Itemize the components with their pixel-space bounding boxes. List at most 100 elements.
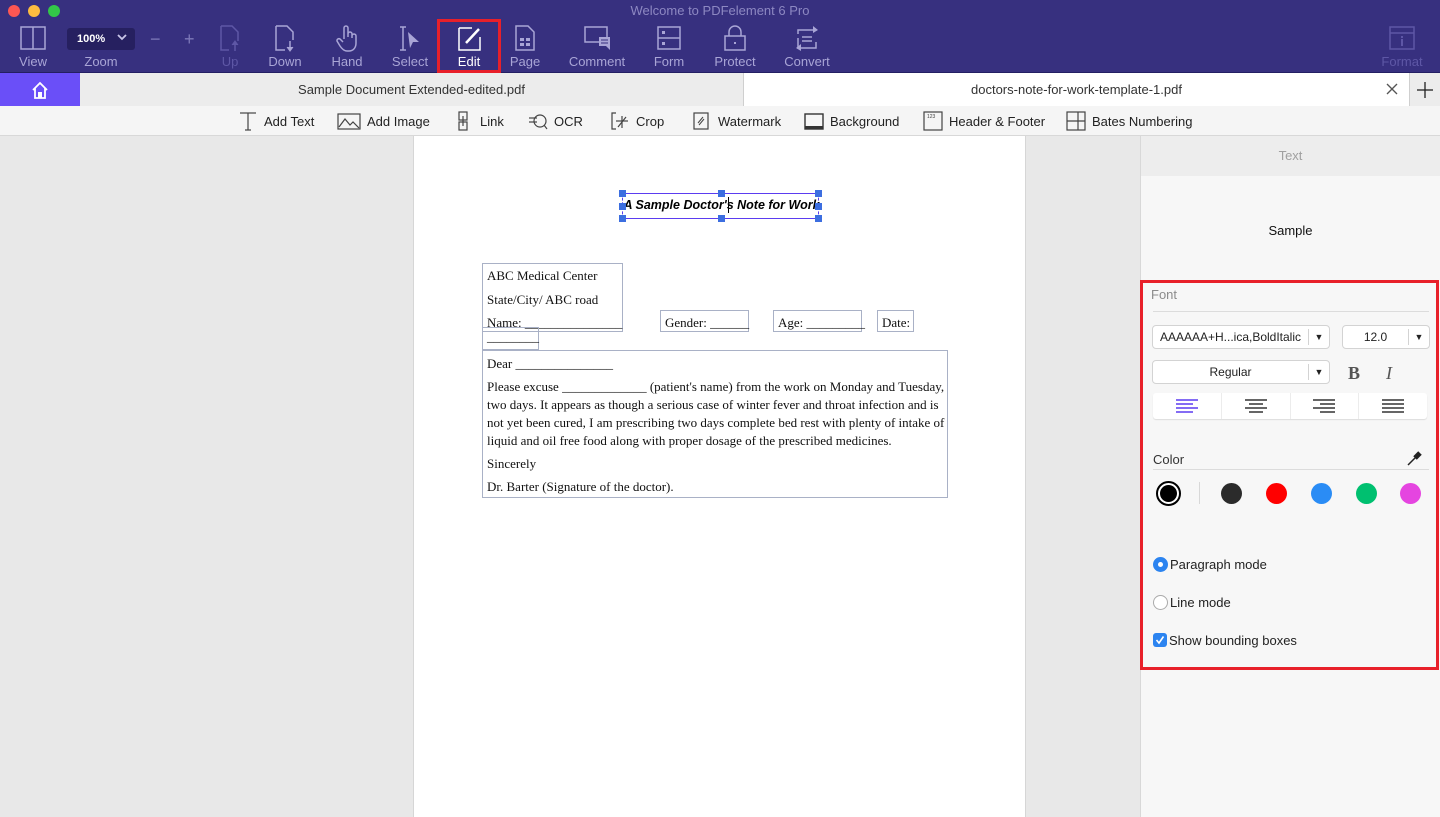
add-text-button[interactable]: Add Text: [238, 111, 314, 131]
format-panel-button[interactable]: Format: [1380, 24, 1424, 70]
text-tool-icon: [240, 112, 256, 131]
font-family-dropdown[interactable]: AAAAAA+H...ica,BoldItalic ▼: [1152, 325, 1330, 349]
header-footer-button[interactable]: 123 Header & Footer: [923, 111, 1045, 131]
resize-handle[interactable]: [718, 215, 725, 222]
ocr-icon: [529, 114, 548, 130]
color-swatch[interactable]: [1266, 483, 1287, 504]
bates-numbering-icon: [1066, 111, 1086, 131]
color-swatch[interactable]: [1221, 483, 1242, 504]
align-left-button[interactable]: [1153, 393, 1222, 419]
page-down-button[interactable]: Down: [266, 24, 304, 70]
close-tab-icon[interactable]: [1385, 82, 1399, 96]
header-footer-icon: 123: [923, 111, 943, 131]
checkmark-icon: [1155, 636, 1165, 645]
link-label: Link: [480, 113, 504, 129]
show-bounding-boxes-checkbox[interactable]: [1153, 633, 1167, 647]
background-button[interactable]: Background: [804, 111, 899, 131]
zoom-in-button[interactable]: +: [184, 29, 195, 50]
bates-numbering-button[interactable]: Bates Numbering: [1066, 111, 1192, 131]
add-text-label: Add Text: [264, 113, 315, 129]
protect-button[interactable]: Protect: [712, 24, 758, 70]
document-title[interactable]: A Sample Doctor's Note for Work: [623, 198, 820, 212]
document-tab-active[interactable]: doctors-note-for-work-template-1.pdf: [744, 73, 1409, 106]
dropdown-arrow-icon: ▼: [1414, 332, 1424, 342]
dropdown-arrow-icon: ▼: [1314, 367, 1324, 377]
page-up-button[interactable]: Up: [214, 24, 246, 70]
date-blank-box[interactable]: ________: [482, 327, 539, 350]
age-text-box[interactable]: Age: _________: [773, 310, 865, 332]
image-icon: [337, 113, 361, 130]
resize-handle[interactable]: [815, 190, 822, 197]
resize-handle[interactable]: [815, 203, 822, 210]
font-size-value: 12.0: [1363, 330, 1388, 344]
hand-tool-button[interactable]: Hand: [328, 24, 366, 70]
body-line: not yet been cured, I am prescribing two…: [487, 415, 945, 430]
color-swatch[interactable]: [1356, 483, 1377, 504]
chevron-down-icon: [117, 34, 127, 41]
view-icon: [20, 26, 46, 50]
link-button[interactable]: Link: [454, 111, 504, 131]
select-tool-button[interactable]: Select: [390, 24, 430, 70]
clinic-name: ABC Medical Center: [487, 268, 598, 283]
comment-button[interactable]: Comment: [566, 24, 628, 70]
document-tab-label: Sample Document Extended-edited.pdf: [298, 82, 525, 97]
home-icon: [32, 81, 48, 99]
ocr-button[interactable]: OCR: [528, 111, 583, 131]
add-image-button[interactable]: Add Image: [337, 111, 430, 131]
font-style-dropdown[interactable]: Regular ▼: [1152, 360, 1330, 384]
bold-button[interactable]: B: [1348, 363, 1360, 384]
convert-icon: [796, 26, 818, 51]
resize-handle[interactable]: [718, 190, 725, 197]
paragraph-mode-label[interactable]: Paragraph mode: [1170, 557, 1267, 572]
page-label: Page: [509, 54, 541, 69]
zoom-out-button[interactable]: −: [150, 29, 161, 50]
plus-icon: [1417, 81, 1433, 98]
font-size-dropdown[interactable]: 12.0 ▼: [1342, 325, 1430, 349]
pdf-page[interactable]: A Sample Doctor's Note for Work ABC Medi…: [413, 136, 1026, 817]
align-right-button[interactable]: [1291, 393, 1360, 419]
app-toolbar: Welcome to PDFelement 6 Pro View 100% Zo…: [0, 0, 1440, 73]
show-bounding-boxes-label[interactable]: Show bounding boxes: [1169, 633, 1297, 648]
crop-button[interactable]: Crop: [610, 111, 664, 131]
convert-button[interactable]: Convert: [782, 24, 832, 70]
home-tab[interactable]: [0, 73, 80, 106]
alignment-group: [1153, 393, 1427, 419]
selected-text-box[interactable]: A Sample Doctor's Note for Work: [619, 190, 822, 222]
eyedropper-icon[interactable]: [1405, 450, 1423, 468]
view-button[interactable]: View: [14, 24, 52, 70]
resize-handle[interactable]: [619, 190, 626, 197]
new-tab-button[interactable]: [1409, 73, 1440, 106]
resize-handle[interactable]: [815, 215, 822, 222]
radio-dot: [1158, 562, 1163, 567]
select-tool-label: Select: [391, 54, 429, 69]
comment-label: Comment: [568, 54, 626, 69]
paragraph-mode-radio[interactable]: [1153, 557, 1168, 572]
line-mode-radio[interactable]: [1153, 595, 1168, 610]
page-down-icon: [275, 25, 294, 52]
resize-handle[interactable]: [619, 203, 626, 210]
line-mode-label[interactable]: Line mode: [1170, 595, 1231, 610]
color-swatch[interactable]: [1311, 483, 1332, 504]
page-button[interactable]: Page: [508, 24, 542, 70]
watermark-button[interactable]: Watermark: [692, 111, 781, 131]
zoom-select[interactable]: 100%: [67, 28, 135, 50]
color-swatch[interactable]: [1400, 483, 1421, 504]
date-text-box[interactable]: Date:: [877, 310, 914, 332]
body-text-box[interactable]: Dear _______________ Please excuse _____…: [482, 350, 948, 498]
align-justify-button[interactable]: [1359, 393, 1427, 419]
color-swatch-selected[interactable]: [1156, 481, 1181, 506]
date-field: Date:: [882, 315, 911, 330]
document-tab[interactable]: Sample Document Extended-edited.pdf: [80, 73, 744, 106]
gender-text-box[interactable]: Gender: ______: [660, 310, 749, 332]
italic-button[interactable]: I: [1386, 363, 1392, 384]
crop-icon: [611, 112, 628, 130]
form-icon: [657, 26, 681, 50]
hand-icon: [336, 25, 357, 52]
background-icon: [804, 113, 824, 130]
align-center-button[interactable]: [1222, 393, 1291, 419]
gender-field: Gender: ______: [665, 315, 750, 330]
form-button[interactable]: Form: [650, 24, 688, 70]
resize-handle[interactable]: [619, 215, 626, 222]
header-text-box[interactable]: ABC Medical Center State/City/ ABC road …: [482, 263, 623, 332]
font-section-label: Font: [1151, 287, 1178, 302]
